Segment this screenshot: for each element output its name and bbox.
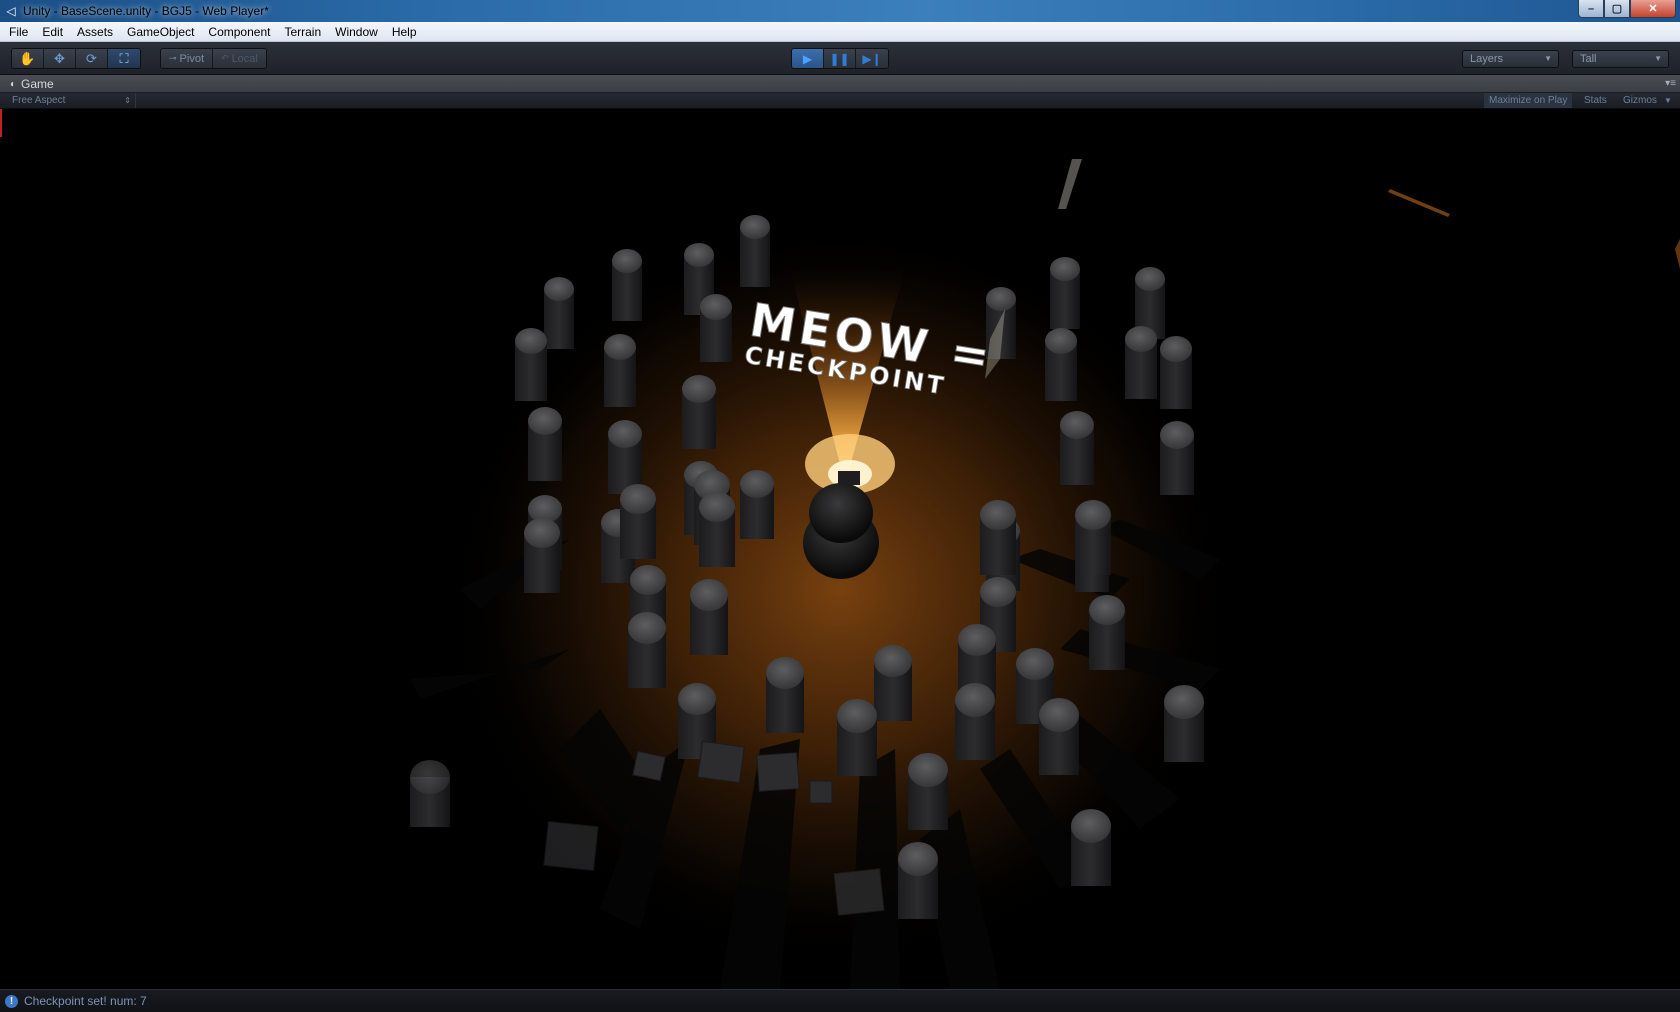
game-view-toolbar: Free Aspect ⇕ Maximize on Play Stats Giz… [0, 93, 1680, 109]
menu-assets[interactable]: Assets [70, 25, 120, 39]
window-title: Unity - BaseScene.unity - BGJ5 - Web Pla… [23, 4, 269, 18]
hand-icon: ✋ [19, 50, 36, 66]
main-toolbar: ✋ ✥ ⟳ ⛶ ⊸ Pivot ↶ Local ▶ ❚❚ ▶❙ Layers ▼… [0, 42, 1680, 75]
menu-bar: File Edit Assets GameObject Component Te… [0, 22, 1680, 42]
menu-edit[interactable]: Edit [35, 25, 70, 39]
menu-gameobject[interactable]: GameObject [120, 25, 201, 39]
aspect-label: Free Aspect [12, 95, 66, 106]
playback-controls: ▶ ❚❚ ▶❙ [791, 48, 889, 69]
game-viewport[interactable]: MEOW = CHECKPOINT [0, 109, 1680, 989]
status-message: Checkpoint set! num: 7 [24, 994, 147, 1008]
pause-button[interactable]: ❚❚ [824, 49, 856, 68]
local-icon: ↶ [221, 53, 229, 63]
pivot-label: Pivot [179, 52, 205, 65]
menu-window[interactable]: Window [328, 25, 385, 39]
pause-icon: ❚❚ [829, 51, 850, 66]
menu-help[interactable]: Help [385, 25, 424, 39]
game-scene: MEOW = CHECKPOINT [370, 159, 1680, 989]
game-controller-icon: ◐ [10, 78, 17, 90]
maximize-on-play-toggle[interactable]: Maximize on Play [1484, 93, 1573, 108]
chevron-down-icon: ▼ [1654, 54, 1662, 63]
layers-label: Layers [1470, 53, 1504, 65]
info-icon: ! [5, 994, 18, 1008]
title-bar: ◁ Unity - BaseScene.unity - BGJ5 - Web P… [0, 0, 1680, 22]
menu-component[interactable]: Component [201, 25, 277, 39]
viewport-edge-marker [0, 109, 2, 137]
game-tab-bar: ◐ Game ▾≡ [0, 75, 1680, 93]
transform-tools: ✋ ✥ ⟳ ⛶ [11, 48, 141, 69]
status-bar[interactable]: ! Checkpoint set! num: 7 [0, 989, 1680, 1012]
chevron-down-icon: ▼ [1544, 54, 1552, 63]
step-button[interactable]: ▶❙ [856, 49, 888, 68]
play-button[interactable]: ▶ [792, 49, 824, 68]
close-button[interactable]: ✕ [1630, 0, 1676, 18]
step-icon: ▶❙ [862, 51, 882, 66]
tab-game-label: Game [21, 77, 54, 91]
tab-menu-icon[interactable]: ▾≡ [1665, 78, 1676, 89]
minimize-button[interactable]: – [1578, 0, 1604, 18]
gizmos-dropdown[interactable]: Gizmos [1618, 93, 1662, 108]
move-tool-button[interactable]: ✥ [44, 49, 76, 68]
local-button[interactable]: ↶ Local [213, 49, 266, 68]
play-icon: ▶ [802, 51, 813, 66]
unity-logo-icon: ◁ [6, 4, 16, 18]
layout-label: Tall [1580, 53, 1597, 65]
move-icon: ✥ [54, 50, 65, 66]
scale-tool-button[interactable]: ⛶ [108, 49, 140, 68]
scale-icon: ⛶ [119, 50, 129, 66]
local-label: Local [231, 52, 258, 65]
pivot-local-toggle: ⊸ Pivot ↶ Local [160, 48, 267, 69]
layout-dropdown[interactable]: Tall ▼ [1572, 50, 1669, 68]
chevron-down-icon: ▼ [1664, 96, 1672, 105]
updown-icon: ⇕ [124, 96, 131, 105]
hand-tool-button[interactable]: ✋ [12, 49, 44, 68]
pivot-button[interactable]: ⊸ Pivot [161, 49, 214, 68]
menu-file[interactable]: File [0, 25, 35, 39]
window-controls: – ▢ ✕ [1578, 0, 1676, 18]
rotate-tool-button[interactable]: ⟳ [76, 49, 108, 68]
menu-terrain[interactable]: Terrain [277, 25, 328, 39]
tab-game[interactable]: ◐ Game [10, 77, 54, 91]
layers-dropdown[interactable]: Layers ▼ [1462, 50, 1559, 68]
maximize-button[interactable]: ▢ [1604, 0, 1630, 18]
rotate-icon: ⟳ [86, 50, 97, 66]
stats-toggle[interactable]: Stats [1579, 93, 1612, 108]
pivot-icon: ⊸ [169, 53, 177, 63]
aspect-dropdown[interactable]: Free Aspect ⇕ [4, 93, 136, 108]
